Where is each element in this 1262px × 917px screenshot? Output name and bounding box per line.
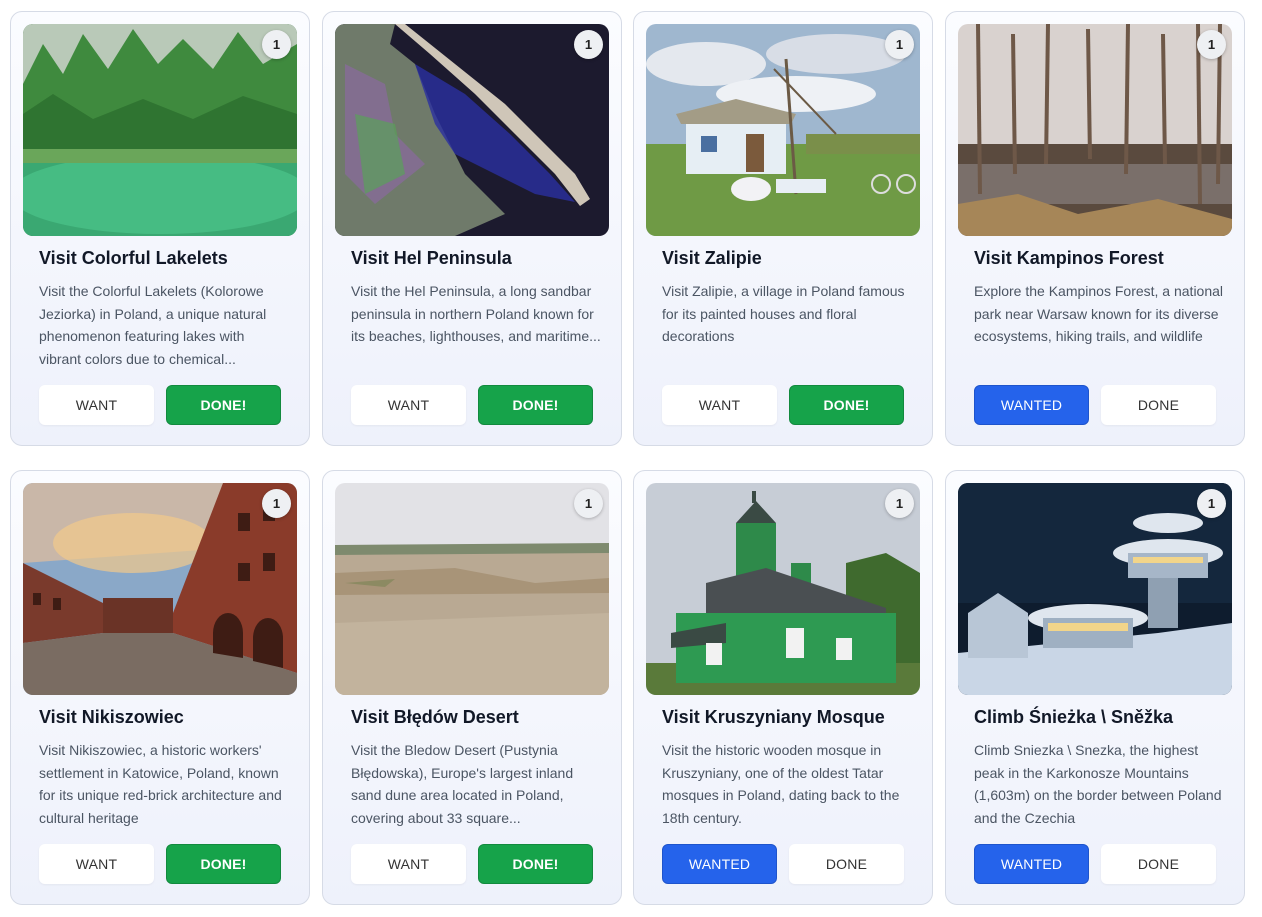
want-button[interactable]: WANT: [39, 385, 154, 425]
goal-card: 1 Visit Błędów Desert Visit the Bledow D…: [322, 470, 622, 905]
hel-peninsula-satellite-photo: [335, 24, 609, 236]
card-title: Visit Kampinos Forest: [974, 248, 1164, 268]
goal-card: 1 Visit Hel Peninsula Visit the Hel Peni…: [322, 11, 622, 446]
want-button[interactable]: WANT: [351, 844, 466, 884]
zalipie-village-photo: [646, 24, 920, 236]
goal-card: 1 Climb Śnieżka \ Sněžka Climb Sniezka \…: [945, 470, 1245, 905]
count-badge: 1: [574, 30, 603, 59]
done-button[interactable]: DONE: [1101, 844, 1216, 884]
card-image[interactable]: 1: [958, 483, 1232, 695]
want-button[interactable]: WANT: [662, 385, 777, 425]
count-badge: 1: [262, 489, 291, 518]
card-description: Visit the Hel Peninsula, a long sandbar …: [351, 283, 601, 345]
card-title: Visit Błędów Desert: [351, 707, 519, 727]
nikiszowiec-photo: [23, 483, 297, 695]
card-description: Visit Zalipie, a village in Poland famou…: [662, 283, 905, 345]
card-description: Visit the historic wooden mosque in Krus…: [662, 742, 900, 827]
done-button[interactable]: DONE!: [166, 385, 281, 425]
count-badge: 1: [262, 30, 291, 59]
goal-card: 1 Visit Kruszyniany Mosque Visit the his…: [633, 470, 933, 905]
card-title: Visit Nikiszowiec: [39, 707, 184, 727]
want-button[interactable]: WANT: [351, 385, 466, 425]
wanted-button[interactable]: WANTED: [974, 844, 1089, 884]
done-button[interactable]: DONE!: [478, 844, 593, 884]
card-title: Visit Colorful Lakelets: [39, 248, 228, 268]
goal-card: 1 Visit Nikiszowiec Visit Nikiszowiec, a…: [10, 470, 310, 905]
sniezka-observatory-photo: [958, 483, 1232, 695]
card-description: Explore the Kampinos Forest, a national …: [974, 283, 1224, 345]
done-button[interactable]: DONE!: [166, 844, 281, 884]
card-description: Visit the Colorful Lakelets (Kolorowe Je…: [39, 283, 267, 368]
wanted-button[interactable]: WANTED: [662, 844, 777, 884]
done-button[interactable]: DONE: [1101, 385, 1216, 425]
done-button[interactable]: DONE!: [478, 385, 593, 425]
want-button[interactable]: WANT: [39, 844, 154, 884]
count-badge: 1: [1197, 30, 1226, 59]
card-image[interactable]: 1: [23, 483, 297, 695]
card-image[interactable]: 1: [646, 24, 920, 236]
card-image[interactable]: 1: [958, 24, 1232, 236]
card-title: Climb Śnieżka \ Sněžka: [974, 707, 1174, 727]
done-button[interactable]: DONE: [789, 844, 904, 884]
colorful-lakelets-photo: [23, 24, 297, 236]
card-image[interactable]: 1: [335, 24, 609, 236]
card-description: Climb Sniezka \ Snezka, the highest peak…: [974, 742, 1222, 827]
kruszyniany-mosque-photo: [646, 483, 920, 695]
card-image[interactable]: 1: [23, 24, 297, 236]
count-badge: 1: [885, 30, 914, 59]
bledow-desert-photo: [335, 483, 609, 695]
goal-card: 1 Visit Zalipie Visit Zalipie, a village…: [633, 11, 933, 446]
card-title: Visit Hel Peninsula: [351, 248, 512, 268]
goal-card: 1 Visit Kampinos Forest Explore the Kamp…: [945, 11, 1245, 446]
card-title: Visit Kruszyniany Mosque: [662, 707, 885, 727]
count-badge: 1: [574, 489, 603, 518]
wanted-button[interactable]: WANTED: [974, 385, 1089, 425]
card-title: Visit Zalipie: [662, 248, 762, 268]
kampinos-forest-photo: [958, 24, 1232, 236]
goal-card: 1 Visit Colorful Lakelets Visit the Colo…: [10, 11, 310, 446]
done-button[interactable]: DONE!: [789, 385, 904, 425]
card-image[interactable]: 1: [335, 483, 609, 695]
card-description: Visit Nikiszowiec, a historic workers' s…: [39, 742, 282, 827]
count-badge: 1: [885, 489, 914, 518]
card-description: Visit the Bledow Desert (Pustynia Błędow…: [351, 742, 574, 827]
count-badge: 1: [1197, 489, 1226, 518]
card-image[interactable]: 1: [646, 483, 920, 695]
